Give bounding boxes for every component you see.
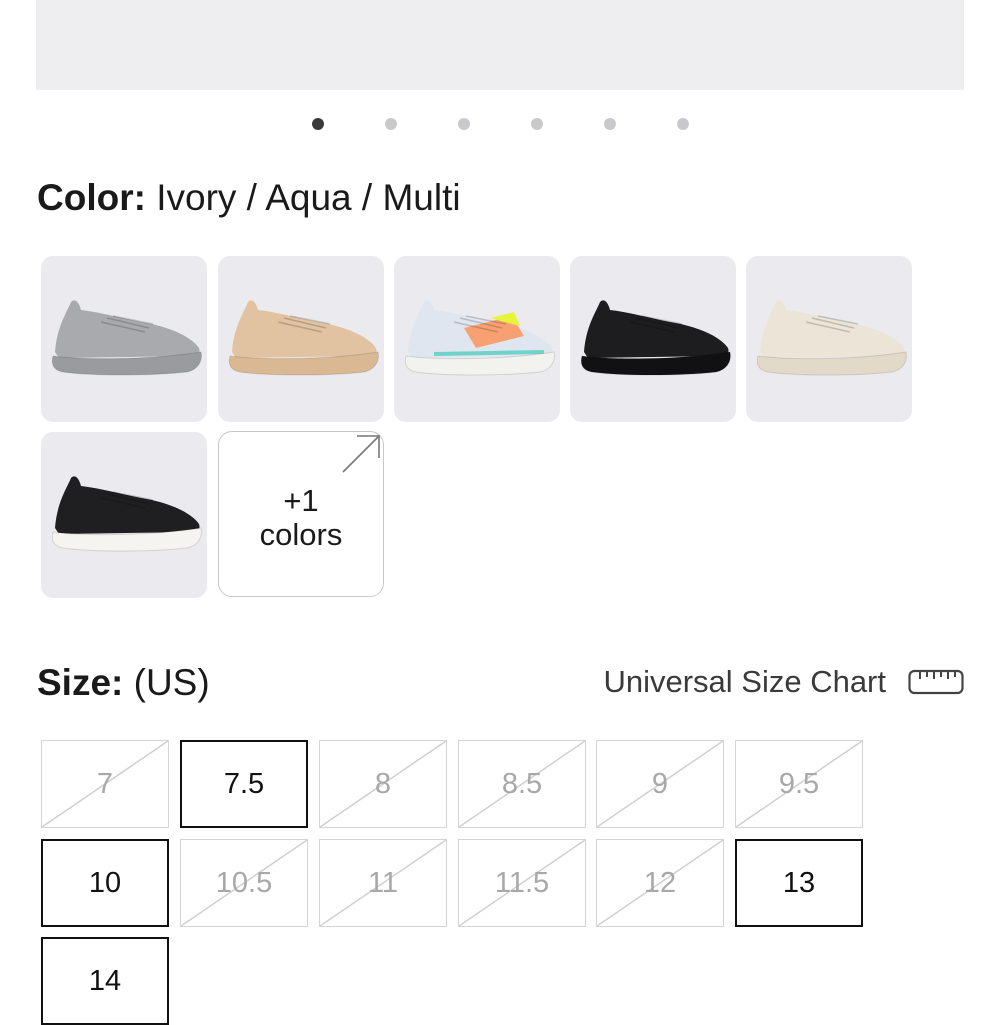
size-option[interactable]: 7 [41,740,169,828]
shoe-image [51,300,202,376]
size-option-label: 10 [88,866,122,899]
carousel-dot[interactable] [312,118,324,130]
carousel-dot[interactable] [385,118,397,130]
size-option-label: 8.5 [501,767,543,800]
size-option-label: 7 [96,767,114,800]
carousel-dot[interactable] [458,118,470,130]
shoe-image [580,300,731,376]
size-label: Size: [37,662,124,703]
size-option[interactable]: 13 [735,839,863,927]
size-option[interactable]: 11.5 [458,839,586,927]
size-option-label: 9 [651,767,669,800]
size-option-label: 7.5 [223,767,265,800]
shoe-image [228,300,379,376]
size-option[interactable]: 9.5 [735,740,863,828]
size-option[interactable]: 7.5 [180,740,308,828]
size-chart-label: Universal Size Chart [603,664,886,699]
more-colors-count: +1 [283,483,319,518]
size-option-label: 13 [782,866,816,899]
size-option[interactable]: 10.5 [180,839,308,927]
size-option[interactable]: 11 [319,839,447,927]
shoe-image [404,300,555,376]
size-option-label: 8 [374,767,392,800]
color-swatch-tan[interactable] [218,256,384,422]
more-colors-label: colors [259,517,343,552]
color-swatch-grey[interactable] [41,256,207,422]
size-option[interactable]: 12 [596,839,724,927]
size-option-label: 12 [643,866,677,899]
size-option[interactable]: 10 [41,839,169,927]
color-label: Color: [37,177,146,218]
size-option-label: 14 [88,964,122,997]
size-option[interactable]: 8.5 [458,740,586,828]
color-swatch-black-white[interactable] [41,432,207,598]
arrow-up-right-icon [342,435,380,473]
selected-color-value: Ivory / Aqua / Multi [156,177,461,218]
color-heading: Color: Ivory / Aqua / Multi [37,175,461,221]
color-swatch-ivory-aqua-multi[interactable] [394,256,560,422]
carousel-dot[interactable] [604,118,616,130]
size-option-label: 10.5 [215,866,273,899]
ruler-icon [908,669,964,695]
shoe-image [51,476,202,552]
size-unit: (US) [133,662,210,703]
product-image-area[interactable] [36,0,964,90]
carousel-dot[interactable] [531,118,543,130]
size-option[interactable]: 8 [319,740,447,828]
color-swatch-black[interactable] [570,256,736,422]
carousel-dots [0,118,1000,132]
size-chart-link[interactable]: Universal Size Chart [603,662,964,702]
color-swatch-ivory[interactable] [746,256,912,422]
shoe-image [756,300,907,376]
more-colors-button[interactable]: +1 colors [218,431,384,597]
size-option-label: 11.5 [494,866,550,899]
size-option-label: 9.5 [778,767,820,800]
size-option[interactable]: 9 [596,740,724,828]
size-option[interactable]: 14 [41,937,169,1025]
size-heading: Size: (US) [37,660,210,706]
size-option-label: 11 [367,866,399,899]
carousel-dot[interactable] [677,118,689,130]
